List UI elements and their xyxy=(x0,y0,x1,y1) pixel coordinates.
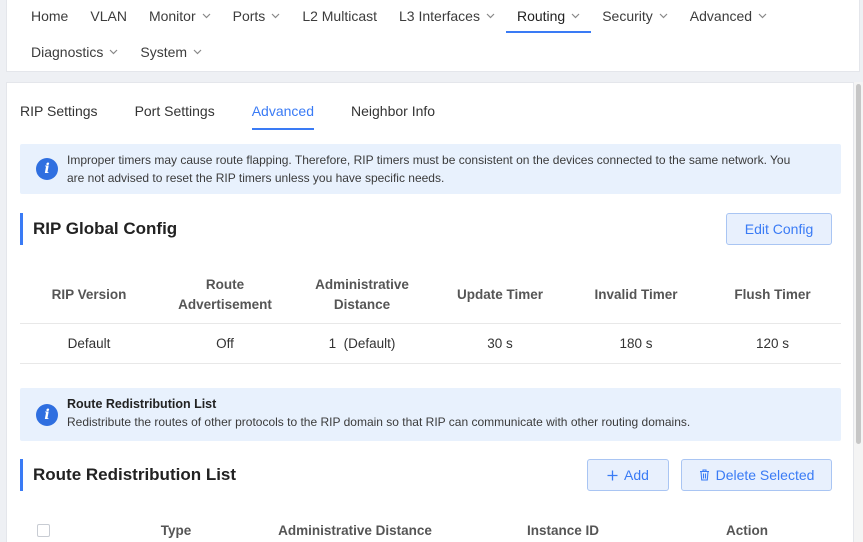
top-navigation: Home VLAN Monitor Ports L2 Multicast L3 … xyxy=(6,0,860,72)
nav-vlan[interactable]: VLAN xyxy=(79,1,138,31)
chevron-down-icon xyxy=(486,13,495,19)
timer-warning-notice: i Improper timers may cause route flappi… xyxy=(20,144,841,194)
cell-update-timer: 30 s xyxy=(487,335,513,351)
nav-l3-interfaces[interactable]: L3 Interfaces xyxy=(388,1,506,31)
column-header: RIP Version xyxy=(51,287,127,302)
edit-config-button[interactable]: Edit Config xyxy=(726,213,832,245)
notice-text: Improper timers may cause route flapping… xyxy=(67,153,791,185)
column-header: Flush Timer xyxy=(734,287,811,302)
rip-global-config-table: RIP Version Route Advertisement Administ… xyxy=(20,267,841,364)
trash-icon xyxy=(699,469,710,481)
column-header: Action xyxy=(726,523,768,538)
column-header: Update Timer xyxy=(456,287,544,302)
nav-row-primary: Home VLAN Monitor Ports L2 Multicast L3 … xyxy=(7,1,778,33)
nav-diagnostics[interactable]: Diagnostics xyxy=(7,37,129,67)
redistribution-info-notice: i Route Redistribution List Redistribute… xyxy=(20,388,841,441)
sub-tabs: RIP Settings Port Settings Advanced Neig… xyxy=(20,103,472,130)
tab-rip-settings[interactable]: RIP Settings xyxy=(20,103,98,127)
nav-advanced[interactable]: Advanced xyxy=(679,1,778,31)
chevron-down-icon xyxy=(109,49,118,55)
tab-port-settings[interactable]: Port Settings xyxy=(135,103,215,127)
nav-routing[interactable]: Routing xyxy=(505,1,592,33)
tab-neighbor-info[interactable]: Neighbor Info xyxy=(351,103,435,127)
select-all-checkbox[interactable] xyxy=(37,524,50,537)
column-header: Administrative Distance xyxy=(278,523,432,538)
column-header: Administrative Distance xyxy=(315,277,409,312)
cell-invalid-timer: 180 s xyxy=(619,335,653,351)
chevron-down-icon xyxy=(571,13,580,19)
cell-rip-version: Default xyxy=(67,335,111,351)
nav-ports[interactable]: Ports xyxy=(222,1,292,31)
nav-home[interactable]: Home xyxy=(7,1,79,31)
nav-security[interactable]: Security xyxy=(591,1,679,31)
chevron-down-icon xyxy=(271,13,280,19)
section-title-global-config: RIP Global Config xyxy=(20,213,177,245)
scrollbar-thumb[interactable] xyxy=(856,84,861,444)
info-icon: i xyxy=(36,404,58,426)
info-icon: i xyxy=(36,158,58,180)
column-header: Instance ID xyxy=(526,523,600,538)
chevron-down-icon xyxy=(202,13,211,19)
column-header: Invalid Timer xyxy=(594,287,678,302)
cell-flush-timer: 120 s xyxy=(755,335,790,351)
cell-route-advertisement: Off xyxy=(216,335,234,351)
section-title-redistribution: Route Redistribution List xyxy=(20,459,236,491)
chevron-down-icon xyxy=(659,13,668,19)
column-header: Route Advertisement xyxy=(178,277,272,312)
plus-icon xyxy=(607,470,618,481)
nav-monitor[interactable]: Monitor xyxy=(138,1,222,31)
nav-row-secondary: Diagnostics System xyxy=(7,37,213,67)
delete-selected-button[interactable]: Delete Selected xyxy=(681,459,832,491)
column-header: Type xyxy=(160,523,192,538)
chevron-down-icon xyxy=(758,13,767,19)
add-button[interactable]: Add xyxy=(587,459,669,491)
nav-l2-multicast[interactable]: L2 Multicast xyxy=(291,1,388,31)
main-panel: RIP Settings Port Settings Advanced Neig… xyxy=(6,82,854,542)
redistribution-table-header: Type Administrative Distance Instance ID… xyxy=(20,519,841,542)
cell-administrative-distance: 1 (Default) xyxy=(328,335,396,351)
notice-description: Redistribute the routes of other protoco… xyxy=(67,415,691,429)
table-header: RIP Version Route Advertisement Administ… xyxy=(20,267,841,324)
chevron-down-icon xyxy=(193,49,202,55)
nav-system[interactable]: System xyxy=(129,37,213,67)
table-row: Default Off 1 (Default) 30 s 180 s 120 s xyxy=(20,324,841,364)
tab-advanced[interactable]: Advanced xyxy=(251,103,315,130)
notice-title: Route Redistribution List xyxy=(67,397,217,411)
notice-text: Route Redistribution List Redistribute t… xyxy=(67,395,801,431)
